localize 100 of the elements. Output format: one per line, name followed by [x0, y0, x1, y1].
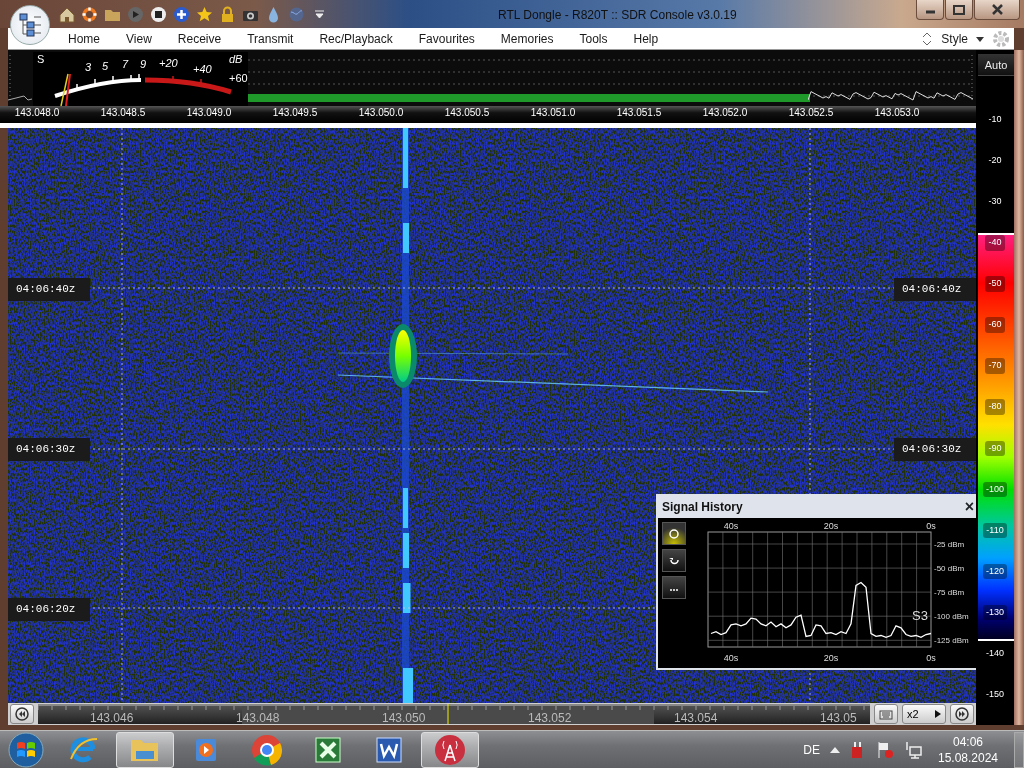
- menu-item[interactable]: Rec/Playback: [306, 29, 406, 48]
- menu-item[interactable]: Memories: [487, 29, 567, 48]
- taskbar-button[interactable]: [421, 731, 479, 768]
- frequency-label: 143.048.5: [99, 106, 147, 120]
- frequency-scroll-bar[interactable]: 143.046 143.048 143.050 143.052 143.054 143.05: [38, 704, 870, 724]
- app-menu-button[interactable]: [10, 5, 50, 45]
- meter-label: +60: [229, 72, 248, 84]
- home-icon[interactable]: [58, 5, 75, 23]
- scale-label: -60: [985, 317, 1005, 333]
- scale-label: -80: [985, 399, 1005, 415]
- auto-button[interactable]: Auto: [978, 54, 1014, 76]
- frequency-label: 143.052: [528, 710, 572, 724]
- meter-label: dB: [229, 53, 243, 65]
- scale-label: -120: [983, 563, 1007, 580]
- clock-date: 15.08.2024: [936, 749, 1000, 766]
- time-label: 04:06:30z: [8, 438, 90, 461]
- axis-label: 40s: [723, 653, 739, 663]
- menu-item[interactable]: Help: [620, 29, 672, 48]
- scale-label: -70: [985, 358, 1005, 374]
- frequency-label: 143.048: [236, 710, 280, 724]
- clock[interactable]: 04:06 15.08.2024: [932, 733, 1004, 766]
- s-unit-reading: S3: [912, 608, 928, 623]
- meter-label: +20: [159, 57, 178, 69]
- menu-item[interactable]: Transmit: [234, 29, 307, 48]
- menu-item[interactable]: View: [113, 29, 165, 48]
- axis-label: 40s: [723, 521, 739, 531]
- play-icon[interactable]: [934, 710, 941, 718]
- minimize-button[interactable]: [916, 0, 944, 20]
- meter-label: +40: [193, 63, 212, 75]
- meter-label: 3: [85, 61, 92, 73]
- menu-item[interactable]: Favourites: [405, 29, 488, 48]
- scale-label: -20: [987, 153, 1003, 167]
- tree-icon[interactable]: [17, 12, 43, 38]
- collapse-icon[interactable]: [921, 30, 934, 47]
- lifebuoy-icon[interactable]: [81, 5, 98, 23]
- frequency-label: 143.052.5: [787, 106, 835, 120]
- add-icon[interactable]: [173, 5, 190, 23]
- time-label: 04:06:40z: [8, 278, 90, 301]
- close-button[interactable]: [974, 0, 1020, 20]
- frequency-label: 143.051.0: [529, 106, 577, 120]
- browser-icon: [250, 732, 284, 767]
- frequency-label: 143.052.0: [701, 106, 749, 120]
- axis-label: -100 dBm: [934, 612, 969, 622]
- meter-label: 9: [140, 58, 147, 70]
- time-label: 04:06:30z: [894, 438, 976, 461]
- lock-icon[interactable]: [219, 5, 236, 23]
- frequency-label: 143.053.0: [873, 106, 921, 120]
- network-icon[interactable]: [904, 740, 922, 759]
- scale-label: -140: [985, 647, 1005, 660]
- spectrum-trace-drawing: [8, 94, 34, 102]
- axis-label: -125 dBm: [934, 636, 969, 646]
- meter-label: S: [37, 53, 45, 65]
- meter-label: 7: [122, 58, 129, 70]
- axis-label: -50 dBm: [934, 564, 965, 574]
- star-icon[interactable]: [196, 5, 213, 23]
- scale-label: -30: [987, 195, 1003, 208]
- close-button[interactable]: ×: [964, 499, 974, 515]
- scale-label: -110: [983, 522, 1007, 539]
- meter-needle: [60, 73, 71, 106]
- menu-item[interactable]: Tools: [566, 29, 621, 48]
- stop-icon[interactable]: [150, 5, 167, 23]
- zoom-button[interactable]: x2: [902, 704, 946, 724]
- menu-item[interactable]: Home: [55, 29, 113, 48]
- forward-icon[interactable]: [954, 707, 969, 721]
- rewind-icon[interactable]: [15, 707, 29, 721]
- maximize-icon[interactable]: [950, 3, 968, 16]
- frequency-label: 143.050.0: [357, 106, 405, 120]
- axis-label: 0s: [926, 521, 936, 531]
- style-menu[interactable]: Style: [941, 29, 968, 48]
- scale-label: -90: [985, 440, 1005, 457]
- window-title: RTL Dongle - R820T :: SDR Console v3.0.19: [498, 7, 737, 24]
- radio-tower-icon: [433, 732, 467, 767]
- frequency-label: 143.049.5: [271, 106, 319, 120]
- frequency-label: 143.051.5: [615, 106, 663, 120]
- frequency-label: 143.050: [382, 710, 426, 724]
- keyboard-button[interactable]: [874, 704, 898, 724]
- frequency-label: 143.054: [674, 710, 718, 724]
- panel-title: Signal History: [662, 499, 743, 516]
- axis-label: 20s: [823, 653, 839, 663]
- frequency-label: 143.05: [820, 710, 857, 724]
- maximize-button[interactable]: [945, 0, 973, 20]
- clock-time: 04:06: [952, 733, 984, 750]
- show-hidden-icons-icon[interactable]: [830, 745, 840, 754]
- menu-item[interactable]: Receive: [164, 29, 235, 48]
- axis-label: 20s: [823, 521, 839, 531]
- frequency-label: 143.050.5: [443, 106, 491, 120]
- language-indicator[interactable]: DE: [803, 740, 820, 759]
- axis-label: 0s: [926, 653, 936, 663]
- meter-label: 5: [102, 60, 109, 72]
- rewind-button[interactable]: [10, 704, 34, 724]
- axis-label: -25 dBm: [934, 540, 965, 550]
- frequency-label: 143.048.0: [13, 106, 61, 120]
- forward-button[interactable]: [949, 704, 974, 724]
- flag-icon[interactable]: [876, 740, 894, 759]
- time-label: 04:06:40z: [894, 278, 976, 301]
- caret-icon[interactable]: [976, 34, 984, 43]
- scale-label: -10: [987, 112, 1003, 126]
- keyboard-icon[interactable]: [879, 707, 893, 721]
- time-label: 04:06:20z: [8, 598, 90, 621]
- frequency-label: 143.049.0: [185, 106, 233, 120]
